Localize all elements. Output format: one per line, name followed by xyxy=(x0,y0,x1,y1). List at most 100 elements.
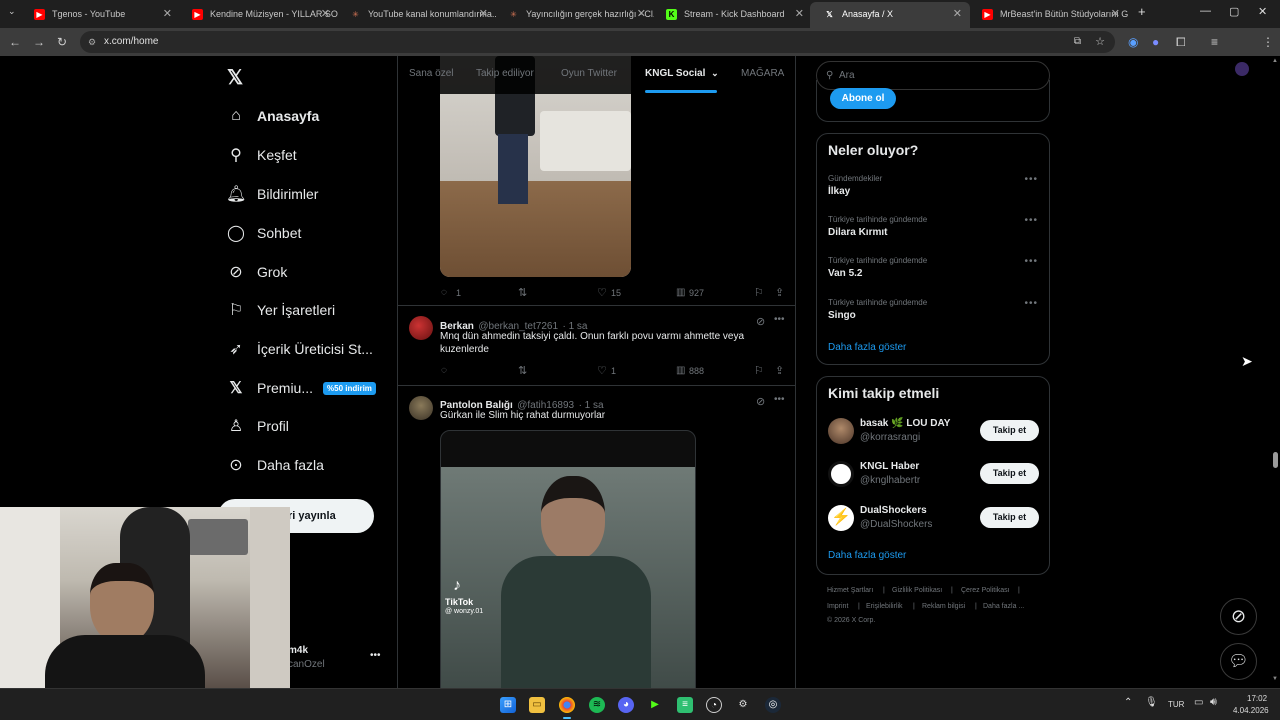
sidebar-item-explore[interactable]: ⚲ Keşfet xyxy=(226,142,297,168)
clock-time[interactable]: 17:02 xyxy=(1247,694,1267,703)
retweet-icon[interactable]: ⇅ xyxy=(518,286,527,299)
trends-show-more-link[interactable]: Daha fazla göster xyxy=(828,342,906,353)
avatar[interactable] xyxy=(828,418,854,444)
trend-item[interactable]: Türkiye tarihinde gündemde Van 5.2 ••• xyxy=(817,252,1049,290)
maximize-icon[interactable]: ▢ xyxy=(1229,5,1239,18)
extensions-puzzle-icon[interactable]: ⧠ xyxy=(1176,34,1186,50)
trend-item[interactable]: Türkiye tarihinde gündemde Singo ••• xyxy=(817,294,1049,332)
close-icon[interactable]: ✕ xyxy=(321,2,330,26)
footer-link[interactable]: Erişilebilirlik xyxy=(866,603,903,610)
grok-icon[interactable]: ⊘ xyxy=(756,395,765,408)
sidebar-item-premium[interactable]: 𝕏 Premiu... %50 indirim xyxy=(226,375,376,401)
extension-g-icon[interactable]: ● xyxy=(1152,34,1159,50)
browser-tab[interactable]: ✳ Yayıncılığın gerçek hazırlığı - Cl... … xyxy=(494,2,654,28)
tab-for-you[interactable]: Sana özel xyxy=(409,68,453,79)
chat-floating-button[interactable]: 💬︎ xyxy=(1220,643,1257,680)
footer-link[interactable]: Çerez Politikası xyxy=(961,587,1010,594)
avatar[interactable] xyxy=(828,461,854,487)
footer-link[interactable]: Gizlilik Politikası xyxy=(892,587,942,594)
views-icon[interactable]: ▥ xyxy=(676,287,685,298)
views-icon[interactable]: ▥ xyxy=(676,365,685,376)
microphone-icon[interactable]: 🎙︎ xyxy=(1145,697,1158,708)
sidebar-item-home[interactable]: ⌂ Anasayfa xyxy=(226,103,319,129)
retweet-icon[interactable]: ⇅ xyxy=(518,364,527,377)
browser-tab[interactable]: ▶ Kendine Müzisyen - YILLAR SO... ✕ xyxy=(178,2,338,28)
browser-tab-active[interactable]: 𝕏 Anasayfa / X ✕ xyxy=(810,2,970,28)
discord-icon[interactable]: ◕ xyxy=(618,697,634,713)
address-bar[interactable]: ⚙ x.com/home ⧉ ☆ xyxy=(80,31,1115,53)
tab-gaming-twitter[interactable]: Oyun Twitter xyxy=(561,68,617,79)
close-icon[interactable]: ✕ xyxy=(795,2,804,26)
follow-suggestion[interactable]: ⚡ DualShockers @DualShockers Takip et xyxy=(817,502,1049,542)
avatar[interactable] xyxy=(409,396,433,420)
follow-suggestion[interactable]: basak 🌿 LOU DAY @korrasrangi Takip et xyxy=(817,415,1049,455)
scroll-down-icon[interactable]: ▼ xyxy=(1272,676,1278,682)
follow-button[interactable]: Takip et xyxy=(980,420,1039,441)
footer-link[interactable]: Hizmet Şartları xyxy=(827,587,873,594)
menu-kebab-icon[interactable]: ⋮ xyxy=(1262,34,1274,50)
extension-audio-icon[interactable]: ◉ xyxy=(1128,34,1138,50)
avatar[interactable] xyxy=(409,316,433,340)
scrollbar-thumb[interactable] xyxy=(1273,452,1278,468)
minimize-icon[interactable]: — xyxy=(1200,5,1211,17)
more-icon[interactable]: ••• xyxy=(774,314,785,325)
sidebar-item-chat[interactable]: ◯ Sohbet xyxy=(226,220,301,246)
network-icon[interactable]: ▭ xyxy=(1194,697,1203,708)
trend-item[interactable]: Gündemdekiler İlkay ••• xyxy=(817,170,1049,208)
trend-more-icon[interactable]: ••• xyxy=(1024,256,1038,267)
browser-tab[interactable]: K Stream - Kick Dashboard ✕ xyxy=(652,2,812,28)
language-indicator[interactable]: TUR xyxy=(1168,700,1184,709)
bookmark-icon[interactable]: ⚐ xyxy=(754,286,764,299)
page-scrollbar[interactable]: ▲ ▼ xyxy=(1271,56,1280,688)
grok-floating-button[interactable]: ⊘ xyxy=(1220,598,1257,635)
follow-button[interactable]: Takip et xyxy=(980,463,1039,484)
browser-tab[interactable]: ▶ MrBeast'in Bütün Stüdyolarını G... ✕ xyxy=(968,2,1128,28)
like-icon[interactable]: ♡ xyxy=(597,364,607,377)
browser-tab[interactable]: ✳ YouTube kanal konumlandırma... ✕ xyxy=(336,2,496,28)
more-icon[interactable]: ••• xyxy=(774,394,785,405)
sidebar-item-creator-studio[interactable]: ➶ İçerik Üreticisi St... xyxy=(226,336,373,362)
sidebar-item-bookmarks[interactable]: ⚐ Yer İşaretleri xyxy=(226,297,335,323)
settings-icon[interactable]: ⚙ xyxy=(735,697,751,713)
tab-search-icon[interactable]: ⌄ xyxy=(8,6,16,17)
clock-date[interactable]: 4.04.2026 xyxy=(1233,706,1269,715)
close-icon[interactable]: ✕ xyxy=(1111,2,1120,26)
close-icon[interactable]: ✕ xyxy=(637,2,646,26)
share-icon[interactable]: ⇪ xyxy=(775,286,784,299)
chrome-icon[interactable] xyxy=(559,697,575,713)
tab-following[interactable]: Takip ediliyor xyxy=(476,68,534,79)
footer-link[interactable]: Daha fazla ... xyxy=(983,603,1024,610)
follow-suggestion[interactable]: KNGL Haber @knglhabertr Takip et xyxy=(817,458,1049,498)
notes-icon[interactable]: ≡ xyxy=(677,697,693,713)
tab-kngl-social[interactable]: KNGL Social ⌄ xyxy=(645,68,719,79)
reading-list-icon[interactable]: ≡ xyxy=(1211,34,1218,50)
scroll-up-icon[interactable]: ▲ xyxy=(1272,58,1278,64)
steam-icon[interactable]: ◎ xyxy=(765,697,781,713)
back-icon[interactable]: ← xyxy=(9,34,21,50)
post[interactable]: Pantolon Balığı @fatih16893 · 1 sa ⊘ •••… xyxy=(398,386,795,688)
grok-icon[interactable]: ⊘ xyxy=(756,315,765,328)
footer-link[interactable]: Imprint xyxy=(827,603,848,610)
close-window-icon[interactable]: ✕ xyxy=(1258,5,1267,18)
close-icon[interactable]: ✕ xyxy=(953,2,962,26)
file-explorer-icon[interactable]: ▭ xyxy=(529,697,545,713)
spotify-icon[interactable]: ≋ xyxy=(589,697,605,713)
reply-icon[interactable]: ◌ xyxy=(441,365,447,376)
start-icon[interactable]: ⊞ xyxy=(500,697,516,713)
share-icon[interactable]: ⇪ xyxy=(775,364,784,377)
tab-magara[interactable]: MAĞARA xyxy=(741,68,784,79)
sidebar-item-profile[interactable]: ♙ Profil xyxy=(226,413,289,439)
who-show-more-link[interactable]: Daha fazla göster xyxy=(828,550,906,561)
trend-item[interactable]: Türkiye tarihinde gündemde Dilara Kırmıt… xyxy=(817,211,1049,249)
post-media-video[interactable]: ♪ TikTok @ wonzy.01 xyxy=(440,430,696,688)
close-icon[interactable]: ✕ xyxy=(163,2,172,26)
reload-icon[interactable]: ↻ xyxy=(57,34,67,50)
volume-icon[interactable]: 🔊︎ xyxy=(1210,696,1217,709)
new-tab-icon[interactable]: + xyxy=(1138,4,1146,19)
close-icon[interactable]: ✕ xyxy=(479,2,488,26)
reply-icon[interactable]: ◌ xyxy=(441,287,447,298)
forward-icon[interactable]: → xyxy=(33,34,45,50)
trend-more-icon[interactable]: ••• xyxy=(1024,215,1038,226)
sidebar-item-grok[interactable]: ⊘ Grok xyxy=(226,259,287,285)
post[interactable]: Berkan @berkan_tet7261 · 1 sa ⊘ ••• Mnq … xyxy=(398,306,795,386)
